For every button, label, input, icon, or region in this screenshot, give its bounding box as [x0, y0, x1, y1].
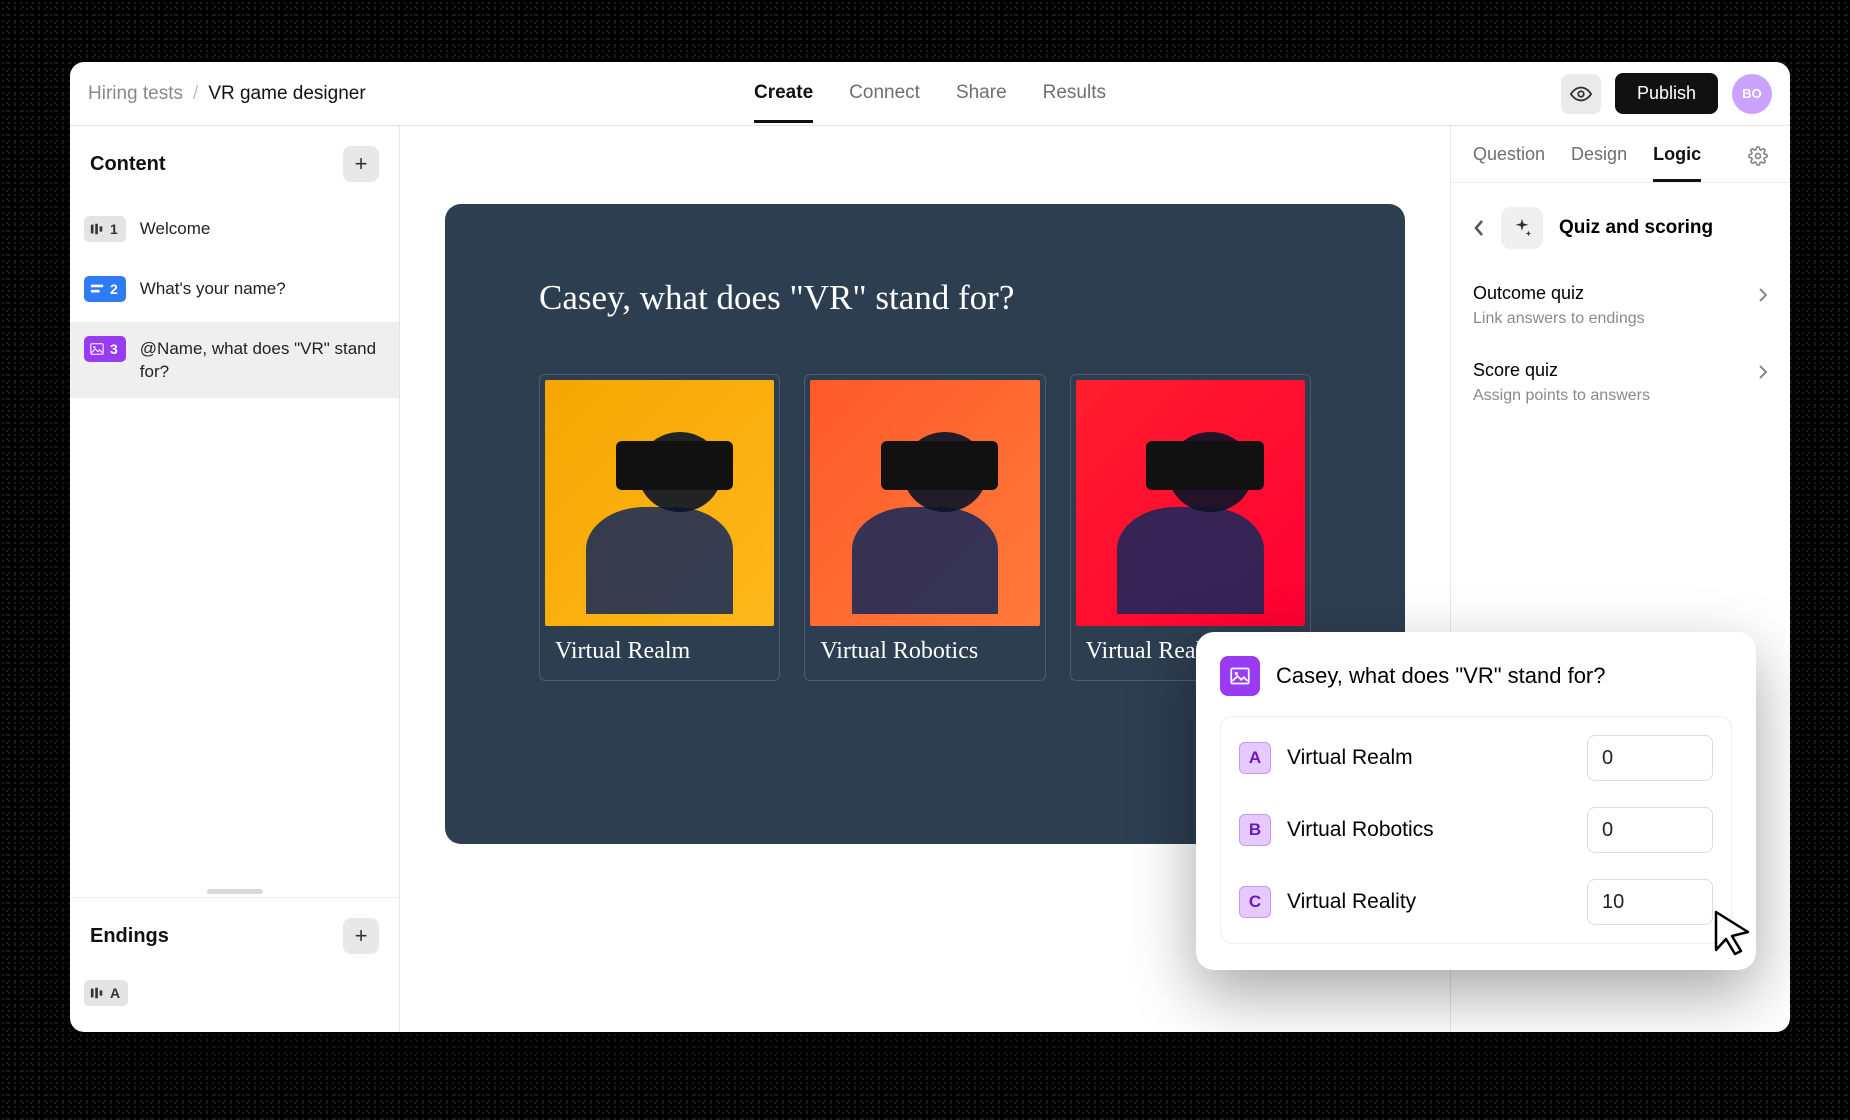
breadcrumb-current: VR game designer	[208, 83, 365, 105]
outcome-title: Outcome quiz	[1473, 283, 1768, 304]
choice-label: Virtual Realm	[545, 626, 774, 675]
header: Hiring tests / VR game designer Create C…	[70, 62, 1790, 126]
content-item-vr-question[interactable]: 3 @Name, what does "VR" stand for?	[70, 322, 399, 398]
choice-image	[545, 380, 774, 626]
endings-section: Endings + A	[70, 897, 399, 1032]
choice-image	[1076, 380, 1305, 626]
choice-label: Virtual Robotics	[810, 626, 1039, 675]
resize-handle[interactable]	[70, 889, 399, 897]
choice-virtual-robotics[interactable]: Virtual Robotics	[804, 374, 1045, 681]
score-popup: Casey, what does "VR" stand for? A Virtu…	[1196, 632, 1756, 970]
chevron-left-icon	[1473, 219, 1485, 237]
breadcrumb-separator: /	[193, 83, 198, 105]
form-icon	[90, 282, 104, 296]
header-tabs: Create Connect Share Results	[754, 64, 1106, 123]
quiz-heading-row: Quiz and scoring	[1451, 183, 1790, 267]
cursor-icon	[1708, 906, 1758, 956]
gear-icon	[1748, 146, 1768, 166]
ending-icon	[90, 986, 104, 1000]
picture-icon	[1230, 666, 1250, 686]
choice-virtual-realm[interactable]: Virtual Realm	[539, 374, 780, 681]
score-quiz-option[interactable]: Score quiz Assign points to answers	[1451, 344, 1790, 421]
chevron-right-icon	[1758, 287, 1768, 303]
endings-title: Endings	[90, 925, 169, 948]
popup-badge	[1220, 656, 1260, 696]
vr-silhouette-icon	[1099, 392, 1282, 613]
letter-badge: B	[1239, 814, 1271, 846]
content-label: What's your name?	[140, 278, 286, 301]
sparkle-icon	[1511, 217, 1533, 239]
score-input-b[interactable]	[1587, 807, 1713, 853]
tab-share[interactable]: Share	[956, 64, 1007, 123]
ending-badge: A	[84, 980, 128, 1006]
tab-connect[interactable]: Connect	[849, 64, 920, 123]
vr-silhouette-icon	[833, 392, 1016, 613]
publish-button[interactable]: Publish	[1615, 73, 1718, 114]
tab-create[interactable]: Create	[754, 64, 813, 123]
content-section-head: Content +	[70, 126, 399, 196]
ending-letter: A	[110, 985, 120, 1001]
ending-item-a[interactable]: A	[70, 968, 399, 1018]
score-row-b: B Virtual Robotics	[1235, 799, 1717, 861]
eye-icon	[1570, 83, 1592, 105]
popup-title: Casey, what does "VR" stand for?	[1276, 663, 1605, 689]
score-title: Score quiz	[1473, 360, 1768, 381]
outcome-subtitle: Link answers to endings	[1473, 310, 1768, 328]
vr-silhouette-icon	[568, 392, 751, 613]
score-input-a[interactable]	[1587, 735, 1713, 781]
back-button[interactable]	[1473, 219, 1485, 237]
score-list: A Virtual Realm B Virtual Robotics C Vir…	[1220, 716, 1732, 944]
answer-label: Virtual Reality	[1287, 890, 1571, 914]
content-label: Welcome	[140, 218, 211, 241]
tab-design[interactable]: Design	[1571, 144, 1627, 182]
content-number: 1	[110, 221, 118, 237]
score-row-c: C Virtual Reality	[1235, 871, 1717, 933]
content-badge: 1	[84, 216, 126, 242]
welcome-icon	[90, 222, 104, 236]
letter-badge: A	[1239, 742, 1271, 774]
breadcrumb-parent[interactable]: Hiring tests	[88, 83, 183, 105]
app-window: Hiring tests / VR game designer Create C…	[70, 62, 1790, 1032]
sidebar-left: Content + 1 Welcome 2 What's your n	[70, 126, 400, 1032]
letter-badge: C	[1239, 886, 1271, 918]
content-title: Content	[90, 153, 166, 176]
avatar[interactable]: BO	[1732, 74, 1772, 114]
breadcrumb: Hiring tests / VR game designer	[88, 83, 366, 105]
answer-label: Virtual Robotics	[1287, 818, 1571, 842]
outcome-quiz-option[interactable]: Outcome quiz Link answers to endings	[1451, 267, 1790, 344]
content-item-welcome[interactable]: 1 Welcome	[70, 202, 399, 256]
choices-row: Virtual Realm Virtual Robotics Virtual R…	[539, 374, 1311, 681]
right-tabs: Question Design Logic	[1451, 126, 1790, 183]
sparkle-badge	[1501, 207, 1543, 249]
quiz-heading: Quiz and scoring	[1559, 217, 1713, 239]
content-number: 3	[110, 341, 118, 357]
tab-logic[interactable]: Logic	[1653, 144, 1701, 182]
settings-button[interactable]	[1748, 146, 1768, 180]
popup-head: Casey, what does "VR" stand for?	[1220, 656, 1732, 696]
add-ending-button[interactable]: +	[343, 918, 379, 954]
content-label: @Name, what does "VR" stand for?	[140, 338, 381, 384]
score-row-a: A Virtual Realm	[1235, 727, 1717, 789]
content-badge: 2	[84, 276, 126, 302]
content-item-name[interactable]: 2 What's your name?	[70, 262, 399, 316]
score-subtitle: Assign points to answers	[1473, 387, 1768, 405]
chevron-right-icon	[1758, 364, 1768, 380]
preview-button[interactable]	[1561, 74, 1601, 114]
content-badge: 3	[84, 336, 126, 362]
answer-label: Virtual Realm	[1287, 746, 1571, 770]
add-content-button[interactable]: +	[343, 146, 379, 182]
tab-results[interactable]: Results	[1043, 64, 1106, 123]
score-input-c[interactable]	[1587, 879, 1713, 925]
content-number: 2	[110, 281, 118, 297]
endings-section-head: Endings +	[70, 898, 399, 968]
question-title: Casey, what does "VR" stand for?	[539, 278, 1311, 318]
tab-question[interactable]: Question	[1473, 144, 1545, 182]
content-list: 1 Welcome 2 What's your name? 3	[70, 196, 399, 889]
choice-image	[810, 380, 1039, 626]
header-right: Publish BO	[1561, 73, 1772, 114]
picture-icon	[90, 342, 104, 356]
